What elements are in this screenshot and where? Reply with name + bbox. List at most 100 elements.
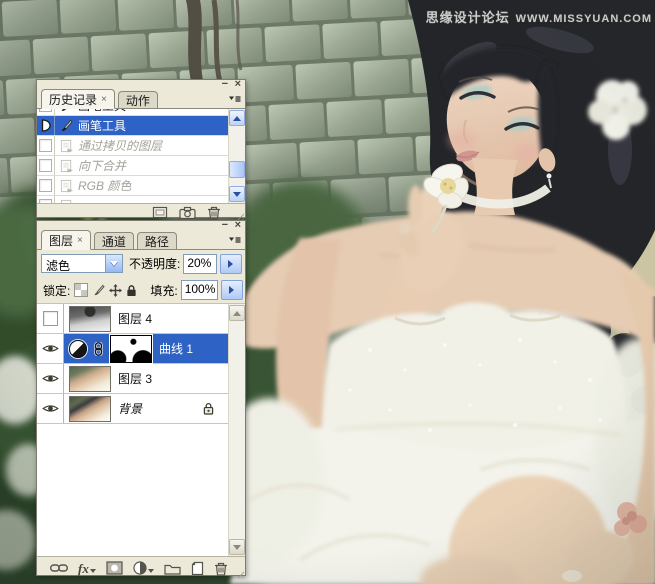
panel-menu-icon <box>228 235 242 246</box>
lock-paint-button[interactable] <box>92 282 105 298</box>
lock-fill-row: 锁定: 填充: 100% <box>37 277 245 303</box>
layer-style-button[interactable]: fx <box>78 561 96 576</box>
new-snapshot-button[interactable] <box>179 205 196 220</box>
layer-row-layer3[interactable]: 图层 3 <box>37 364 228 394</box>
layer-thumbnail[interactable] <box>69 366 111 392</box>
fill-label: 填充: <box>150 282 177 299</box>
layer-name[interactable]: 背景 <box>118 400 142 417</box>
mini-arrow-icon <box>148 569 154 573</box>
layer-thumbnail[interactable] <box>69 396 111 422</box>
layer-name[interactable]: 曲线 1 <box>159 340 193 357</box>
eye-icon <box>42 403 59 414</box>
layers-panel: − × 图层 × 通道 路径 滤色 <box>36 220 246 576</box>
scroll-up-button[interactable] <box>229 110 245 126</box>
tab-history-close-icon[interactable]: × <box>101 94 107 105</box>
new-layer-button[interactable] <box>191 561 204 576</box>
tab-layers[interactable]: 图层 × <box>41 230 91 250</box>
triangle-down-icon <box>233 545 241 550</box>
new-adjustment-layer-button[interactable] <box>133 561 154 576</box>
chain-link-icon <box>50 563 68 573</box>
fill-value-field[interactable]: 100% <box>181 280 218 300</box>
history-panel-menu-button[interactable] <box>226 93 243 106</box>
tab-history[interactable]: 历史记录 × <box>41 89 115 109</box>
opacity-value-field[interactable]: 20% <box>183 254 217 274</box>
blend-mode-value: 滤色 <box>42 255 105 272</box>
visibility-toggle[interactable] <box>37 334 64 363</box>
history-source-checkbox[interactable] <box>37 176 55 195</box>
lock-transparency-button[interactable] <box>74 282 88 298</box>
add-layer-mask-button[interactable] <box>106 561 123 576</box>
new-document-from-state-button[interactable] <box>152 205 168 220</box>
resize-grip[interactable] <box>235 569 244 578</box>
history-footer <box>37 204 245 221</box>
history-state-pointer[interactable] <box>37 116 55 135</box>
history-source-checkbox[interactable] <box>37 109 55 115</box>
layers-minimize-button[interactable]: − <box>222 221 228 229</box>
layer-thumbnail[interactable] <box>69 306 111 332</box>
new-group-button[interactable] <box>164 561 181 576</box>
layers-panel-menu-button[interactable] <box>226 234 243 247</box>
tab-layers-close-icon[interactable]: × <box>77 235 83 246</box>
scroll-down-button[interactable] <box>229 186 245 202</box>
visibility-toggle[interactable] <box>37 304 64 333</box>
triangle-up-icon <box>233 311 241 316</box>
tab-history-label: 历史记录 <box>49 91 97 108</box>
trash-icon <box>207 205 221 220</box>
scroll-up-button[interactable] <box>229 305 245 321</box>
history-scrollbar[interactable] <box>228 109 245 203</box>
layer-name[interactable]: 图层 4 <box>118 310 152 327</box>
mini-arrow-icon <box>90 569 96 573</box>
history-item-selected[interactable]: 画笔工具 <box>37 116 228 136</box>
history-item[interactable]: 画笔工具 <box>37 109 228 116</box>
lock-all-button[interactable] <box>126 282 137 298</box>
layer-mask-thumbnail[interactable] <box>110 335 152 363</box>
trash-icon <box>214 561 228 576</box>
blend-mode-select[interactable]: 滤色 <box>41 254 123 273</box>
layers-close-button[interactable]: × <box>235 221 241 229</box>
history-source-checkbox[interactable] <box>37 196 55 203</box>
fill-slider-button[interactable] <box>221 280 243 300</box>
link-layers-button[interactable] <box>50 561 68 576</box>
history-item-clipped[interactable] <box>37 196 228 203</box>
tab-actions[interactable]: 动作 <box>118 91 158 108</box>
watermark-site-url: WWW.MISSYUAN.COM <box>516 13 652 25</box>
mask-link-icon[interactable] <box>94 342 103 356</box>
tab-paths-label: 路径 <box>145 233 169 250</box>
history-close-button[interactable]: × <box>235 80 241 88</box>
history-item-undone[interactable]: 向下合并 <box>37 156 228 176</box>
triangle-down-icon <box>233 192 241 197</box>
layer-row-curves1-selected[interactable]: 曲线 1 <box>37 334 228 364</box>
delete-layer-button[interactable] <box>214 561 228 576</box>
layer-name[interactable]: 图层 3 <box>118 370 152 387</box>
delete-state-button[interactable] <box>207 205 221 220</box>
lock-position-button[interactable] <box>109 282 122 298</box>
arrow-right-icon <box>228 260 233 268</box>
layers-titlebar: − × <box>37 221 245 230</box>
layer-row-background[interactable]: 背景 <box>37 394 228 424</box>
history-list-body: 画笔工具 画笔工具 通过拷贝的图层 <box>37 109 245 204</box>
watermark: 思缘设计论坛 WWW.MISSYUAN.COM <box>426 7 652 26</box>
opacity-label: 不透明度: <box>129 255 180 272</box>
visibility-toggle[interactable] <box>37 394 64 423</box>
blend-mode-dropdown-button[interactable] <box>105 255 122 272</box>
merge-down-icon <box>55 159 77 173</box>
move-icon <box>109 284 122 297</box>
rgb-color-icon <box>55 179 77 193</box>
scroll-down-button[interactable] <box>229 539 245 555</box>
curves-adjustment-icon[interactable] <box>69 340 87 358</box>
history-source-checkbox[interactable] <box>37 136 55 155</box>
photoshop-workspace: 思缘设计论坛 WWW.MISSYUAN.COM − × 历史记录 × 动作 <box>0 0 655 584</box>
tab-paths[interactable]: 路径 <box>137 232 177 249</box>
opacity-slider-button[interactable] <box>220 254 242 274</box>
history-item-undone[interactable]: 通过拷贝的图层 <box>37 136 228 156</box>
tab-channels[interactable]: 通道 <box>94 232 134 249</box>
history-item-undone[interactable]: RGB 颜色 <box>37 176 228 196</box>
history-minimize-button[interactable]: − <box>222 80 228 88</box>
history-source-checkbox[interactable] <box>37 156 55 175</box>
scrollbar-thumb[interactable] <box>229 161 245 178</box>
layers-scrollbar[interactable] <box>228 304 245 556</box>
visibility-toggle[interactable] <box>37 364 64 393</box>
lock-label: 锁定: <box>43 282 70 299</box>
triangle-up-icon <box>233 116 241 121</box>
layer-row-layer4[interactable]: 图层 4 <box>37 304 228 334</box>
